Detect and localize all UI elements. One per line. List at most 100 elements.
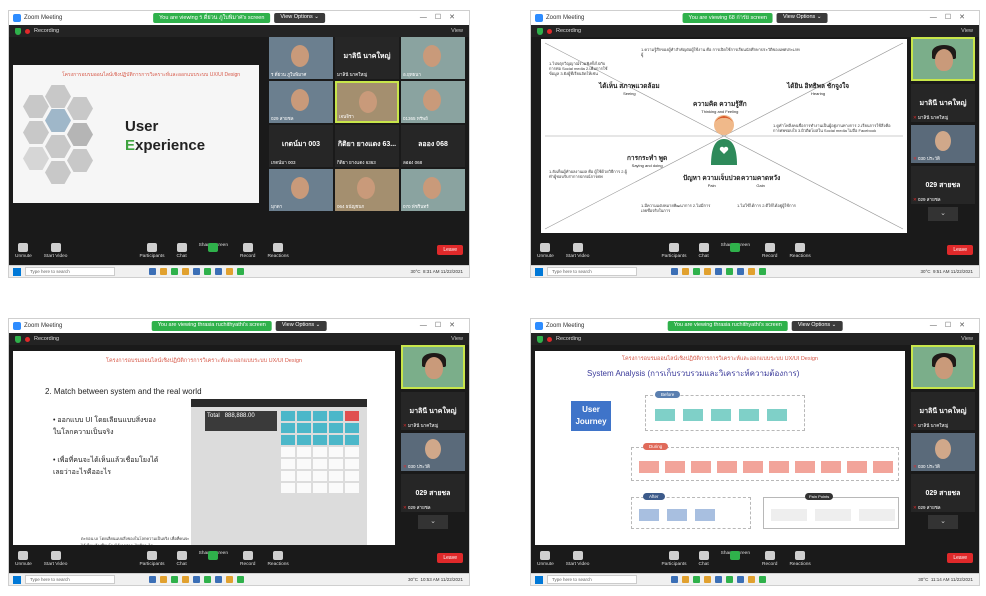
view-button[interactable]: View — [451, 28, 463, 34]
participant-label: 029 สายชล — [271, 116, 294, 121]
participants-button[interactable]: Participants — [661, 551, 687, 567]
window-controls[interactable]: —☐✕ — [420, 321, 463, 329]
window-controls[interactable]: —☐✕ — [930, 321, 973, 329]
taskbar-search-input[interactable]: Type here to search — [25, 267, 115, 276]
participant-tile[interactable]: 029 สายชล 029 สายชล — [911, 166, 975, 204]
taskbar-apps[interactable] — [149, 576, 244, 583]
view-options-button[interactable]: View Options ⌄ — [275, 321, 327, 331]
participant-label: มาลินี นาคใหญ่ — [337, 72, 368, 77]
taskbar-apps[interactable] — [671, 576, 766, 583]
taskbar-search-input[interactable]: Type here to search — [547, 575, 637, 584]
participant-tile[interactable]: มาลินี นาคใหญ่มาลินี นาคใหญ่ — [401, 392, 465, 430]
windows-start-icon[interactable] — [535, 267, 543, 276]
hexagon-graphic — [23, 85, 113, 195]
participant-tile[interactable]: เกตน์มา 003 เกตน์มา 003 — [269, 125, 333, 167]
record-button[interactable]: Record — [762, 551, 777, 567]
participant-video — [291, 89, 309, 111]
record-button[interactable]: Record — [240, 551, 255, 567]
participant-tile[interactable]: ลออง 068 ลออง 068 — [401, 125, 465, 167]
participant-tile[interactable]: 029 สายชล 029 สายชล — [911, 474, 975, 512]
view-options-button[interactable]: View Options ⌄ — [274, 13, 325, 23]
participant-tile[interactable]: กิติยา ยางแดง 63... กิติยา ยางแดง 6363 — [335, 125, 399, 167]
leave-button[interactable]: Leave — [947, 553, 973, 563]
share-screen-button[interactable]: Share Screen — [199, 551, 228, 567]
chat-button[interactable]: Chat — [699, 551, 709, 567]
reactions-button[interactable]: Reactions — [267, 551, 289, 567]
participant-tile[interactable]: อ.ยุทธนา — [401, 37, 465, 79]
start-video-button[interactable]: Start Video — [44, 551, 67, 567]
windows-start-icon[interactable] — [535, 575, 543, 584]
window-controls[interactable]: —☐✕ — [930, 13, 973, 21]
participants-button[interactable]: Participants — [139, 243, 165, 259]
participant-tile[interactable]: 030 ประวัติ — [911, 125, 975, 163]
participant-tile[interactable]: 070 พัชรินทร์ — [401, 169, 465, 211]
taskbar-apps[interactable] — [149, 268, 244, 275]
participant-label: มาลินี นาคใหญ่ — [403, 422, 438, 429]
chevron-down-icon[interactable]: ⌄ — [928, 515, 958, 529]
participant-tile[interactable]: 029 สายชล — [269, 81, 333, 123]
windows-start-icon[interactable] — [13, 267, 21, 276]
record-button[interactable]: Record — [762, 243, 777, 259]
window-title: Zoom Meeting — [546, 323, 585, 329]
reactions-button[interactable]: Reactions — [267, 243, 289, 259]
participant-tile[interactable]: มาลินี นาคใหญ่มาลินี นาคใหญ่ — [911, 392, 975, 430]
start-video-button[interactable]: Start Video — [566, 551, 589, 567]
unmute-button[interactable]: Unmute — [15, 551, 32, 567]
participant-tile[interactable]: เจนจิรา — [335, 81, 399, 123]
participant-tile[interactable]: มุกดา — [269, 169, 333, 211]
participant-label: เจนจิรา — [339, 114, 354, 119]
unmute-button[interactable]: Unmute — [537, 551, 554, 567]
participant-video — [359, 91, 377, 113]
participant-tile[interactable]: 01365 ทรัพย์ — [401, 81, 465, 123]
view-button[interactable]: View — [961, 336, 973, 342]
chevron-down-icon[interactable]: ⌄ — [418, 515, 448, 529]
participant-tile[interactable]: 030 ประวัติ — [911, 433, 975, 471]
view-options-button[interactable]: View Options ⌄ — [791, 321, 843, 331]
leave-button[interactable]: Leave — [947, 245, 973, 255]
participant-tile[interactable]: 064 ธนัญชนก — [335, 169, 399, 211]
participant-label: 064 ธนัญชนก — [337, 204, 365, 209]
participant-label: มาลินี นาคใหญ่ — [913, 422, 948, 429]
unmute-button[interactable]: Unmute — [15, 243, 32, 259]
reactions-button[interactable]: Reactions — [789, 243, 811, 259]
during-label: During — [643, 443, 669, 450]
slide-header: โครงการอบรมออนไลน์เชิงปฏิบัติการการวิเคร… — [622, 356, 818, 362]
view-options-button[interactable]: View Options ⌄ — [776, 13, 828, 23]
start-video-button[interactable]: Start Video — [566, 243, 589, 259]
say-do-heading: การกระทำ พูด Saying and doing — [627, 155, 668, 168]
record-dot-icon — [25, 28, 30, 34]
zoom-logo-icon — [535, 322, 543, 330]
participant-name: 029 สายชล — [925, 490, 961, 497]
leave-button[interactable]: Leave — [437, 553, 463, 563]
unmute-button[interactable]: Unmute — [537, 243, 554, 259]
start-video-button[interactable]: Start Video — [44, 243, 67, 259]
participant-tile[interactable]: มาลินี นาคใหญ่มาลินี นาคใหญ่ — [911, 84, 975, 122]
participant-tile[interactable]: 030 ประวัติ — [401, 433, 465, 471]
pos-total: Total 888,888.00 — [205, 411, 277, 431]
chevron-down-icon[interactable]: ⌄ — [928, 207, 958, 221]
taskbar-search-input[interactable]: Type here to search — [547, 267, 637, 276]
chat-button[interactable]: Chat — [177, 243, 187, 259]
window-title: Zoom Meeting — [24, 323, 63, 329]
share-screen-button[interactable]: Share Screen — [721, 243, 750, 259]
window-controls[interactable]: —☐✕ — [420, 13, 463, 21]
view-button[interactable]: View — [451, 336, 463, 342]
windows-start-icon[interactable] — [13, 575, 21, 584]
pain-heading: ปัญหา ความเจ็บปวด Pain — [683, 175, 741, 188]
taskbar-apps[interactable] — [671, 268, 766, 275]
share-screen-button[interactable]: Share Screen — [199, 243, 228, 259]
chat-button[interactable]: Chat — [699, 243, 709, 259]
chat-button[interactable]: Chat — [177, 551, 187, 567]
taskbar-search-input[interactable]: Type here to search — [25, 575, 115, 584]
view-button[interactable]: View — [961, 28, 973, 34]
participant-tile[interactable]: 029 สายชล 029 สายชล — [401, 474, 465, 512]
record-button[interactable]: Record — [240, 243, 255, 259]
participant-tile[interactable]: มาลินี นาคใหญ่มาลินี นาคใหญ่ — [335, 37, 399, 79]
reactions-button[interactable]: Reactions — [789, 551, 811, 567]
record-icon — [242, 243, 253, 252]
leave-button[interactable]: Leave — [437, 245, 463, 255]
share-screen-button[interactable]: Share Screen — [721, 551, 750, 567]
participants-button[interactable]: Participants — [661, 243, 687, 259]
participant-tile[interactable]: ร ดี่ย่วน ภูใบพิมาศ — [269, 37, 333, 79]
participants-button[interactable]: Participants — [139, 551, 165, 567]
